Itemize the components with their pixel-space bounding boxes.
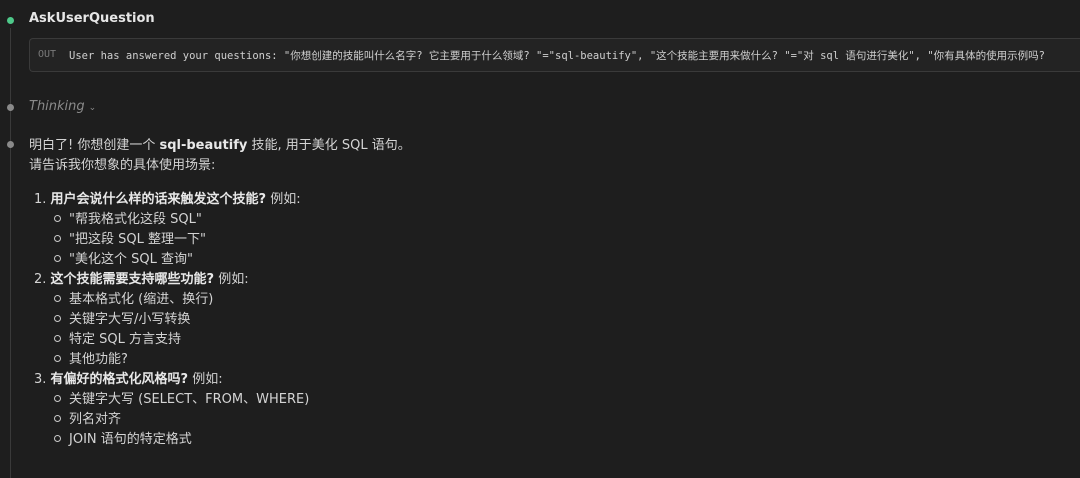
intro-prefix: 明白了! 你想创建一个 <box>29 138 160 153</box>
tool-output-box: OUT User has answered your questions: "你… <box>29 38 1080 72</box>
circle-bullet-icon <box>54 395 61 402</box>
option-text: 列名对齐 <box>69 412 122 427</box>
question-number: 3. <box>34 372 47 387</box>
thinking-toggle[interactable]: Thinking ⌄ <box>29 99 96 114</box>
option-item: "把这段 SQL 整理一下" <box>34 230 1034 250</box>
message-intro: 明白了! 你想创建一个 sql-beautify 技能, 用于美化 SQL 语句… <box>29 136 1069 156</box>
option-text: 关键字大写 (SELECT、FROM、WHERE) <box>69 392 310 407</box>
question-hint: 例如: <box>188 372 223 387</box>
option-text: "帮我格式化这段 SQL" <box>69 212 202 227</box>
question-hint: 例如: <box>214 272 249 287</box>
circle-bullet-icon <box>54 415 61 422</box>
option-item: 关键字大写/小写转换 <box>34 310 1034 330</box>
output-label: OUT <box>38 49 57 60</box>
option-text: 关键字大写/小写转换 <box>69 312 191 327</box>
option-text: 其他功能? <box>69 352 128 367</box>
option-item: JOIN 语句的特定格式 <box>34 430 1034 450</box>
question-number: 2. <box>34 272 47 287</box>
status-dot-thinking <box>7 104 14 111</box>
option-text: 特定 SQL 方言支持 <box>69 332 181 347</box>
skill-name: sql-beautify <box>159 138 248 153</box>
question-title: 这个技能需要支持哪些功能? <box>50 272 215 287</box>
circle-bullet-icon <box>54 335 61 342</box>
status-dot-message <box>7 141 14 148</box>
circle-bullet-icon <box>54 435 61 442</box>
question-title: 用户会说什么样的话来触发这个技能? <box>50 192 267 207</box>
chevron-down-icon: ⌄ <box>88 103 97 113</box>
question-title: 有偏好的格式化风格吗? <box>50 372 189 387</box>
option-item: 特定 SQL 方言支持 <box>34 330 1034 350</box>
question-item: 3. 有偏好的格式化风格吗? 例如: <box>34 370 1034 390</box>
option-text: 基本格式化 (缩进、换行) <box>69 292 214 307</box>
question-number: 1. <box>34 192 47 207</box>
circle-bullet-icon <box>54 295 61 302</box>
question-item: 1. 用户会说什么样的话来触发这个技能? 例如: <box>34 190 1034 210</box>
option-item: "美化这个 SQL 查询" <box>34 250 1034 270</box>
circle-bullet-icon <box>54 355 61 362</box>
status-dot-success <box>7 17 14 24</box>
option-item: 其他功能? <box>34 350 1034 370</box>
option-item: 基本格式化 (缩进、换行) <box>34 290 1034 310</box>
option-text: "美化这个 SQL 查询" <box>69 252 193 267</box>
intro-suffix: 技能, 用于美化 SQL 语句。 <box>247 138 411 153</box>
option-item: 列名对齐 <box>34 410 1034 430</box>
output-text: User has answered your questions: "你想创建的… <box>69 50 1045 62</box>
question-list: 1. 用户会说什么样的话来触发这个技能? 例如: "帮我格式化这段 SQL" "把这… <box>34 190 1034 450</box>
circle-bullet-icon <box>54 235 61 242</box>
circle-bullet-icon <box>54 315 61 322</box>
option-text: JOIN 语句的特定格式 <box>69 432 192 447</box>
assistant-message: 明白了! 你想创建一个 sql-beautify 技能, 用于美化 SQL 语句… <box>29 136 1069 176</box>
circle-bullet-icon <box>54 255 61 262</box>
question-item: 2. 这个技能需要支持哪些功能? 例如: <box>34 270 1034 290</box>
question-hint: 例如: <box>266 192 301 207</box>
option-item: 关键字大写 (SELECT、FROM、WHERE) <box>34 390 1034 410</box>
timeline-line <box>10 28 11 478</box>
circle-bullet-icon <box>54 215 61 222</box>
thinking-label: Thinking <box>29 99 85 114</box>
tool-call-title[interactable]: AskUserQuestion <box>29 11 155 26</box>
option-item: "帮我格式化这段 SQL" <box>34 210 1034 230</box>
option-text: "把这段 SQL 整理一下" <box>69 232 206 247</box>
message-ask: 请告诉我你想象的具体使用场景: <box>29 158 216 173</box>
